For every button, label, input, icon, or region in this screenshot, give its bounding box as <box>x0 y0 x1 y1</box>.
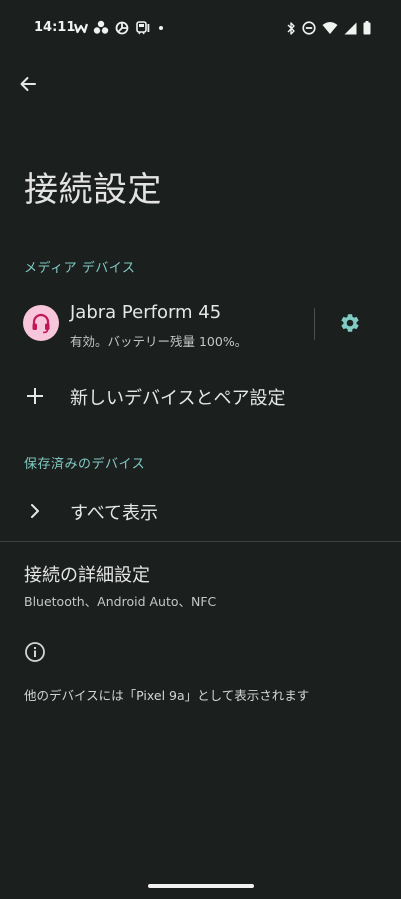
device-visibility-text: 他のデバイスには「Pixel 9a」として表示されます <box>24 688 310 703</box>
pinwheel-icon <box>114 20 130 36</box>
plus-icon <box>22 383 48 409</box>
status-bar: 14:11 <box>0 0 401 56</box>
do-not-disturb-icon <box>302 21 316 35</box>
device-name: Jabra Perform 45 <box>70 302 222 323</box>
device-settings-button[interactable] <box>334 307 366 339</box>
advanced-settings-title: 接続の詳細設定 <box>24 565 150 586</box>
section-divider <box>0 541 401 542</box>
pair-new-device-label: 新しいデバイスとペア設定 <box>70 388 286 409</box>
arrow-back-icon <box>20 77 36 91</box>
see-all-label: すべて表示 <box>70 503 159 524</box>
vertical-divider <box>314 308 315 340</box>
info-icon <box>24 641 46 663</box>
fan-icon <box>93 20 109 36</box>
see-all-row[interactable]: すべて表示 <box>0 485 401 537</box>
signal-icon <box>344 22 357 35</box>
saved-devices-header: 保存済みのデバイス <box>24 457 146 472</box>
wifi-icon <box>322 21 338 35</box>
headset-icon <box>32 313 50 334</box>
train-icon <box>135 20 151 36</box>
system-icons <box>286 19 371 37</box>
device-row-jabra[interactable]: Jabra Perform 45 有効。バッテリー残量 100%。 <box>0 290 401 360</box>
w-app-icon <box>74 22 88 34</box>
status-time: 14:11 <box>34 20 76 35</box>
gear-icon <box>341 314 359 332</box>
chevron-right-icon <box>22 498 48 524</box>
battery-icon <box>363 21 371 35</box>
advanced-settings-subtitle: Bluetooth、Android Auto、NFC <box>24 594 217 609</box>
pair-new-device-row[interactable]: 新しいデバイスとペア設定 <box>0 370 401 422</box>
notification-icons <box>74 19 166 37</box>
device-status: 有効。バッテリー残量 100%。 <box>70 334 248 349</box>
gesture-navigation-bar[interactable] <box>148 884 254 888</box>
device-avatar <box>23 305 59 341</box>
bluetooth-icon <box>286 21 296 36</box>
back-button[interactable] <box>10 66 46 102</box>
dot-icon <box>156 23 166 33</box>
screen: 14:11 接続設定 メディア デバイス Jabra Perform 45 有効… <box>0 0 401 899</box>
media-devices-header: メディア デバイス <box>24 261 136 276</box>
page-title: 接続設定 <box>24 170 162 210</box>
